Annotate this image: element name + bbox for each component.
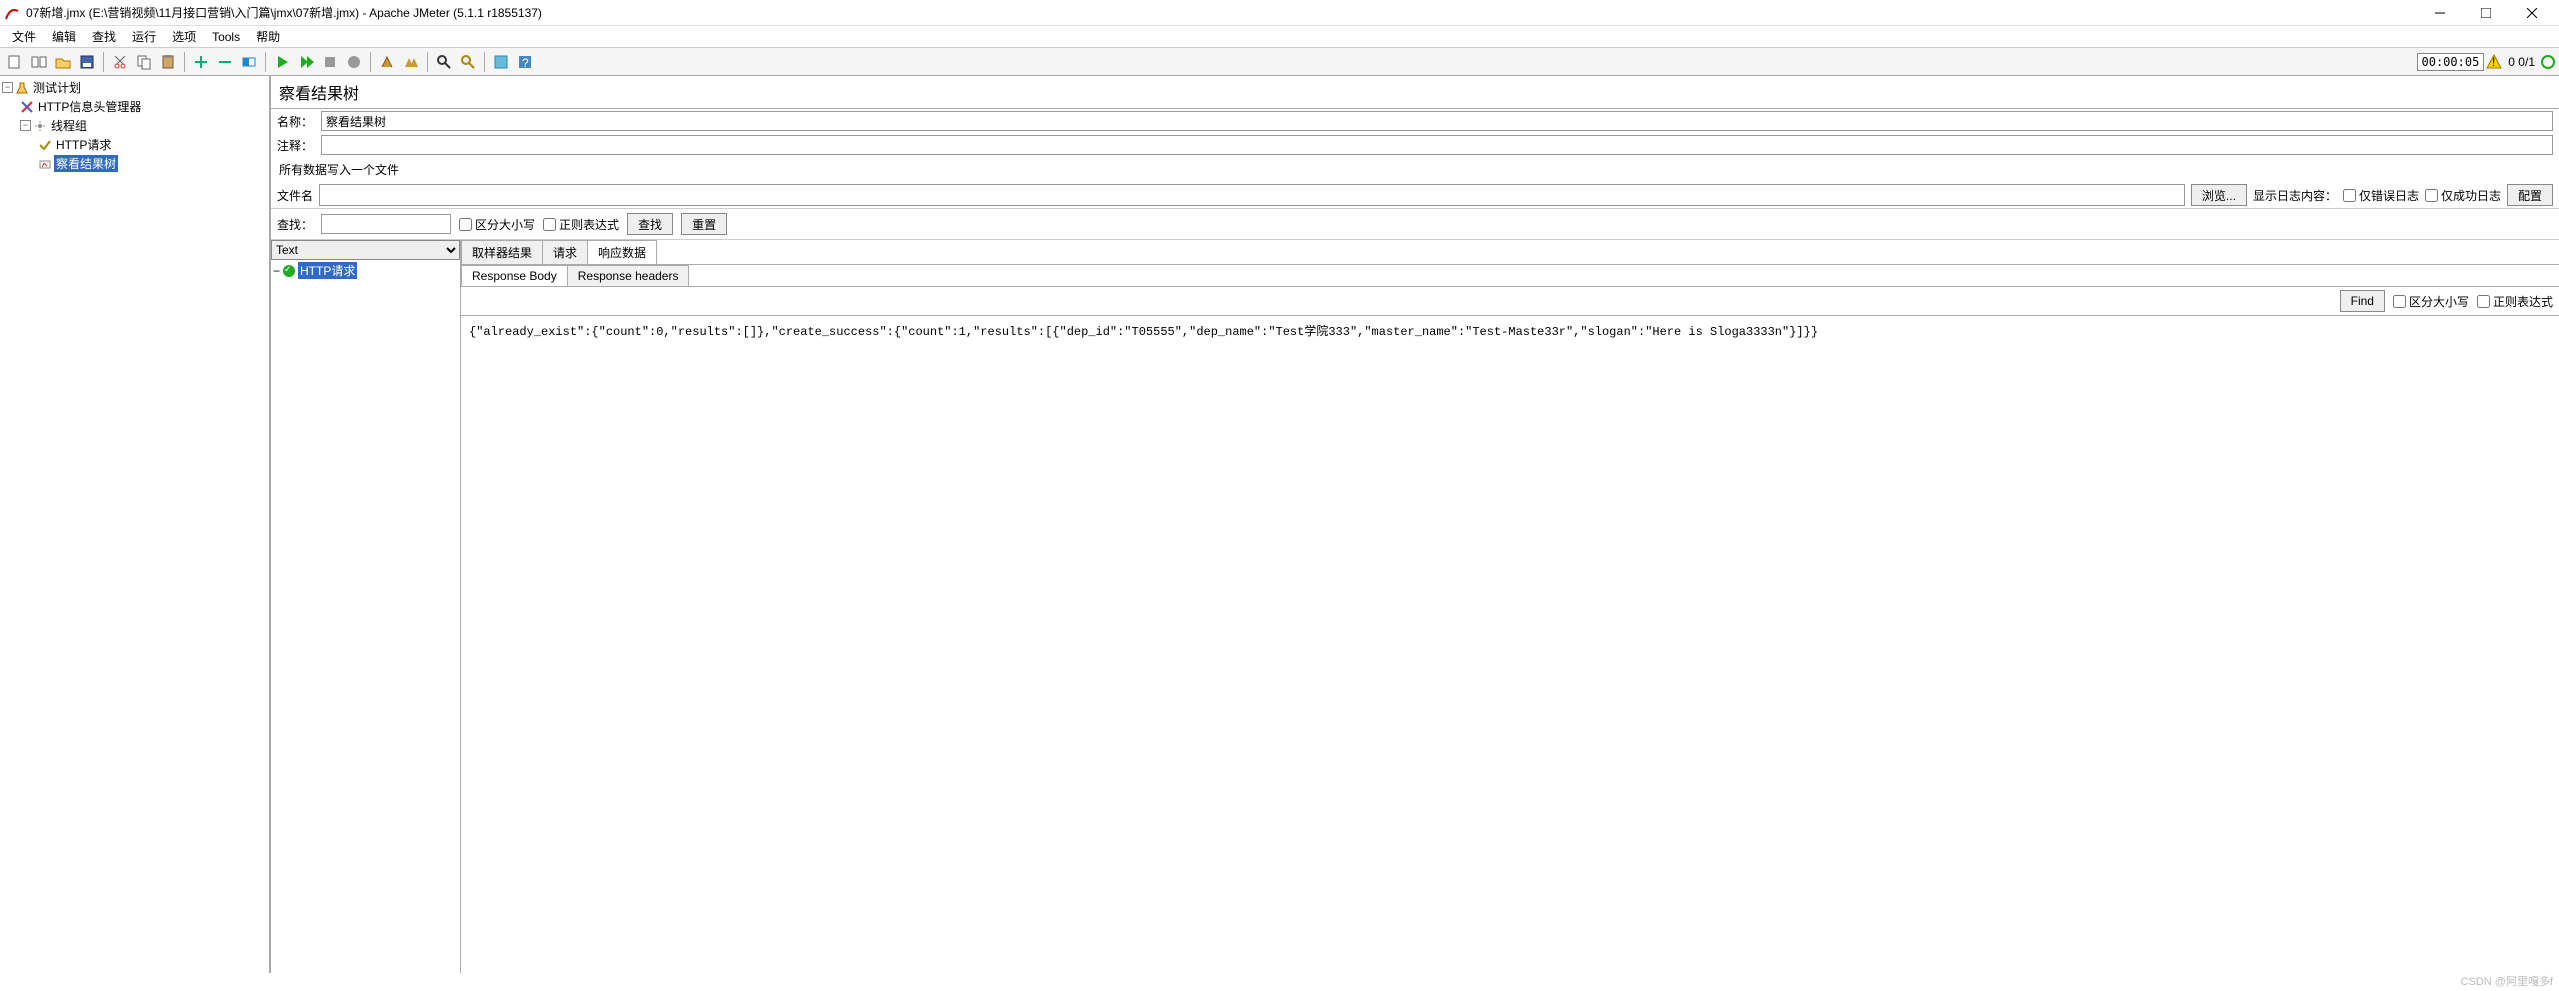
thread-count: 0 0/1 [2508,55,2535,69]
menu-edit[interactable]: 编辑 [44,26,84,47]
filename-input[interactable] [319,184,2185,206]
minimize-button[interactable] [2417,0,2463,26]
search-input[interactable] [321,214,451,234]
menu-file[interactable]: 文件 [4,26,44,47]
tree-http-request[interactable]: HTTP请求 [2,135,267,154]
watermark: CSDN @阿里嘎多f [2461,973,2553,989]
tab-response-data[interactable]: 响应数据 [587,240,657,264]
filename-label: 文件名 [277,187,313,204]
tab-request[interactable]: 请求 [542,240,588,264]
menu-search[interactable]: 查找 [84,26,124,47]
warning-icon: ! [2486,54,2502,70]
templates-icon[interactable] [28,51,50,73]
menu-help[interactable]: 帮助 [248,26,288,47]
search-label: 查找： [277,216,313,233]
sample-node[interactable]: − HTTP请求 [273,262,458,279]
test-plan-tree[interactable]: − 测试计划 HTTP信息头管理器 − 线程组 HTTP请求 察看结果树 [0,76,270,973]
flask-icon [15,81,29,95]
thread-icon [33,119,47,133]
cut-icon[interactable] [109,51,131,73]
browse-button[interactable]: 浏览... [2191,184,2247,206]
search-icon[interactable] [433,51,455,73]
results-left: Text − HTTP请求 [271,240,461,973]
new-icon[interactable] [4,51,26,73]
search-find-button[interactable]: 查找 [627,213,673,235]
response-case-checkbox[interactable]: 区分大小写 [2393,293,2469,310]
reset-search-icon[interactable] [457,51,479,73]
success-icon [283,265,295,277]
response-find-bar: Find 区分大小写 正则表达式 [461,287,2559,316]
collapse-icon[interactable]: − [20,120,31,131]
response-find-button[interactable]: Find [2340,290,2385,312]
tree-header-manager[interactable]: HTTP信息头管理器 [2,97,267,116]
sampler-icon [38,138,52,152]
results-panel: 察看结果树 名称： 注释： 所有数据写入一个文件 文件名 浏览... 显示日志内… [270,76,2559,973]
name-label: 名称： [277,113,317,130]
shutdown-icon[interactable] [343,51,365,73]
config-button[interactable]: 配置 [2507,184,2553,206]
result-tabs: 取样器结果 请求 响应数据 [461,240,2559,265]
help-icon[interactable]: ? [514,51,536,73]
tab-response-headers[interactable]: Response headers [567,265,690,286]
comment-label: 注释： [277,137,317,154]
tab-sampler-result[interactable]: 取样器结果 [461,240,543,264]
clear-all-icon[interactable] [400,51,422,73]
tree-test-plan[interactable]: − 测试计划 [2,78,267,97]
comment-input[interactable] [321,135,2553,155]
start-no-timers-icon[interactable] [295,51,317,73]
config-icon [20,100,34,114]
panel-title: 察看结果树 [271,76,2559,109]
results-right: 取样器结果 请求 响应数据 Response Body Response hea… [461,240,2559,973]
paste-icon[interactable] [157,51,179,73]
search-row: 查找： 区分大小写 正则表达式 查找 重置 [271,208,2559,240]
copy-icon[interactable] [133,51,155,73]
toggle-icon[interactable] [238,51,260,73]
open-icon[interactable] [52,51,74,73]
function-helper-icon[interactable] [490,51,512,73]
tree-view-results[interactable]: 察看结果树 [2,154,267,173]
tab-response-body[interactable]: Response Body [461,265,568,286]
menu-tools[interactable]: Tools [204,28,248,46]
title-bar: 07新增.jmx (E:\营销视频\11月接口营销\入门篇\jmx\07新增.j… [0,0,2559,26]
response-regex-checkbox[interactable]: 正则表达式 [2477,293,2553,310]
only-error-checkbox[interactable]: 仅错误日志 [2343,187,2419,204]
collapse-icon[interactable]: − [2,82,13,93]
start-icon[interactable] [271,51,293,73]
tree-thread-group[interactable]: − 线程组 [2,116,267,135]
only-success-checkbox[interactable]: 仅成功日志 [2425,187,2501,204]
main-area: − 测试计划 HTTP信息头管理器 − 线程组 HTTP请求 察看结果树 察看结… [0,76,2559,973]
response-body-text[interactable]: {"already_exist":{"count":0,"results":[]… [461,316,2559,973]
stop-icon[interactable] [319,51,341,73]
toolbar: ? 00:00:05 ! 0 0/1 [0,48,2559,76]
window-title: 07新增.jmx (E:\营销视频\11月接口营销\入门篇\jmx\07新增.j… [26,4,2417,21]
log-show-label: 显示日志内容： [2253,187,2337,204]
expand-icon[interactable] [190,51,212,73]
results-area: Text − HTTP请求 取样器结果 请求 响应数据 Respo [271,240,2559,973]
elapsed-timer: 00:00:05 [2417,53,2485,71]
collapse-icon[interactable] [214,51,236,73]
response-subtabs: Response Body Response headers [461,265,2559,287]
renderer-select[interactable]: Text [271,240,460,260]
svg-text:?: ? [522,56,529,70]
listener-icon [38,157,52,171]
search-case-checkbox[interactable]: 区分大小写 [459,216,535,233]
maximize-button[interactable] [2463,0,2509,26]
save-icon[interactable] [76,51,98,73]
menu-run[interactable]: 运行 [124,26,164,47]
collapse-icon[interactable]: − [273,264,280,278]
sample-tree[interactable]: − HTTP请求 [271,260,460,973]
close-button[interactable] [2509,0,2555,26]
menu-bar: 文件 编辑 查找 运行 选项 Tools 帮助 [0,26,2559,48]
write-all-label: 所有数据写入一个文件 [271,157,2559,182]
search-regex-checkbox[interactable]: 正则表达式 [543,216,619,233]
svg-text:!: ! [2492,55,2495,69]
search-reset-button[interactable]: 重置 [681,213,727,235]
menu-options[interactable]: 选项 [164,26,204,47]
app-icon [4,5,20,21]
name-input[interactable] [321,111,2553,131]
status-icon [2541,55,2555,69]
clear-icon[interactable] [376,51,398,73]
